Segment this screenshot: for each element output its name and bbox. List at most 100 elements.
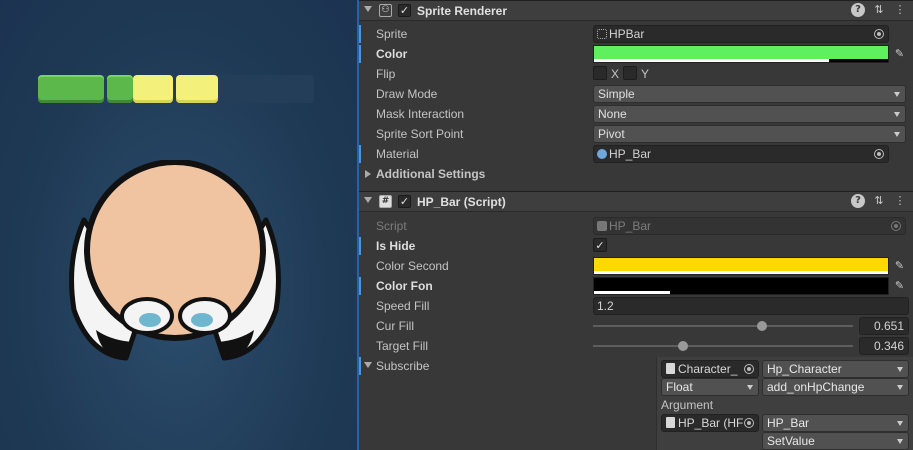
chevron-down-icon (894, 92, 900, 97)
material-row: Material HP_Bar (359, 144, 913, 164)
color-second-label: Color Second (376, 259, 449, 273)
target-method-value: Hp_Character (767, 362, 842, 376)
mask-interaction-dropdown[interactable]: None (593, 105, 906, 123)
flip-row: Flip X Y (359, 64, 913, 84)
target-fill-slider-track[interactable] (593, 345, 853, 347)
event-dropdown[interactable]: add_onHpChange (762, 378, 909, 396)
preset-icon[interactable]: ⇅ (872, 194, 886, 208)
sort-point-value: Pivot (598, 127, 625, 141)
subscribe-event-box: Character_ Hp_Character Float add_onHpCh… (656, 357, 913, 450)
collapse-arrow-icon[interactable] (364, 6, 372, 12)
target-fill-value-input[interactable]: 0.346 (859, 337, 909, 355)
draw-mode-dropdown[interactable]: Simple (593, 85, 906, 103)
eyedropper-icon[interactable]: ✎ (893, 279, 906, 293)
sprite-field[interactable]: HPBar (593, 25, 889, 43)
target-fill-row: Target Fill 0.346 (359, 336, 913, 356)
preset-icon[interactable]: ⇅ (872, 3, 886, 17)
expand-arrow-icon[interactable] (365, 170, 371, 178)
help-icon[interactable]: ? (851, 194, 865, 208)
script-field: HP_Bar (593, 217, 906, 235)
script-row: Script HP_Bar (359, 216, 913, 236)
hp-bar-green-segment (38, 75, 104, 103)
object-picker-icon[interactable] (744, 418, 754, 428)
sprite-row: Sprite HPBar (359, 24, 913, 44)
cur-fill-label: Cur Fill (376, 319, 414, 333)
collapse-arrow-icon[interactable] (364, 362, 372, 368)
sprite-renderer-header[interactable]: ⚇ ✓ Sprite Renderer ? ⇅ ⋮ (359, 0, 913, 21)
draw-mode-label: Draw Mode (376, 87, 438, 101)
argument-type-dropdown[interactable]: HP_Bar (762, 414, 909, 432)
sprite-asset-icon (597, 29, 607, 39)
sprite-value: HPBar (609, 27, 645, 41)
alpha-bar (594, 291, 671, 294)
object-picker-icon (891, 221, 901, 231)
sprite-label: Sprite (376, 27, 408, 41)
hp-bar-enabled-checkbox[interactable]: ✓ (398, 195, 411, 208)
cur-fill-row: Cur Fill 0.651 (359, 316, 913, 336)
target-object-field[interactable]: Character_ (661, 360, 759, 378)
param-type-value: Float (666, 380, 693, 394)
modified-marker (359, 237, 361, 255)
color-row: Color ✎ (359, 44, 913, 64)
object-picker-icon[interactable] (874, 149, 884, 159)
cur-fill-slider-track[interactable] (593, 325, 853, 327)
kebab-menu-icon[interactable]: ⋮ (893, 194, 907, 208)
target-fill-label: Target Fill (376, 339, 429, 353)
speed-fill-label: Speed Fill (376, 299, 430, 313)
param-type-dropdown[interactable]: Float (661, 378, 759, 396)
material-asset-icon (597, 149, 607, 159)
color-second-swatch[interactable] (593, 257, 889, 275)
scene-view[interactable] (0, 0, 357, 450)
argument-method-dropdown[interactable]: SetValue (762, 432, 909, 450)
target-method-dropdown[interactable]: Hp_Character (762, 360, 909, 378)
mask-interaction-label: Mask Interaction (376, 107, 465, 121)
material-value: HP_Bar (609, 147, 652, 161)
chevron-down-icon (897, 439, 903, 444)
material-field[interactable]: HP_Bar (593, 145, 889, 163)
sort-point-dropdown[interactable]: Pivot (593, 125, 906, 143)
material-label: Material (376, 147, 419, 161)
argument-object-field[interactable]: HP_Bar (HF (661, 414, 759, 432)
modified-marker (359, 277, 361, 295)
flip-y-checkbox[interactable] (623, 66, 637, 80)
event-value: add_onHpChange (767, 380, 865, 394)
chevron-down-icon (894, 112, 900, 117)
cur-fill-slider-thumb[interactable] (757, 321, 768, 331)
flip-x-checkbox[interactable] (593, 66, 607, 80)
script-label: Script (376, 219, 407, 233)
color-swatch[interactable] (593, 45, 889, 63)
modified-marker (359, 145, 361, 163)
collapse-arrow-icon[interactable] (364, 197, 372, 203)
object-picker-icon[interactable] (744, 364, 754, 374)
kebab-menu-icon[interactable]: ⋮ (893, 3, 907, 17)
alpha-bar (594, 59, 830, 62)
mask-interaction-value: None (598, 107, 627, 121)
hp-bar-script-header[interactable]: # ✓ HP_Bar (Script) ? ⇅ ⋮ (359, 191, 913, 212)
color-fon-swatch[interactable] (593, 277, 889, 295)
eyedropper-icon[interactable]: ✎ (893, 259, 906, 273)
speed-fill-input[interactable]: 1.2 (593, 297, 909, 315)
sprite-renderer-icon: ⚇ (379, 4, 392, 17)
modified-marker (359, 357, 361, 375)
script-asset-icon (597, 221, 607, 231)
color-fon-label: Color Fon (376, 279, 433, 293)
component-title: Sprite Renderer (417, 4, 508, 18)
sprite-renderer-enabled-checkbox[interactable]: ✓ (398, 4, 411, 17)
object-picker-icon[interactable] (874, 29, 884, 39)
help-icon[interactable]: ? (851, 3, 865, 17)
chevron-down-icon (897, 421, 903, 426)
component-title: HP_Bar (Script) (417, 195, 506, 209)
inspector-panel: ⚇ ✓ Sprite Renderer ? ⇅ ⋮ Sprite HPBar C… (359, 0, 913, 450)
hp-bar-green-segment (107, 75, 133, 103)
eyedropper-icon[interactable]: ✎ (893, 47, 906, 61)
additional-settings-row[interactable]: Additional Settings (359, 164, 913, 184)
is-hide-checkbox[interactable]: ✓ (593, 238, 607, 252)
speed-fill-row: Speed Fill 1.2 (359, 296, 913, 316)
chevron-down-icon (747, 385, 753, 390)
flip-x-label: X (611, 67, 620, 81)
additional-settings-foldout[interactable]: Additional Settings (376, 167, 485, 181)
cur-fill-value-input[interactable]: 0.651 (859, 317, 909, 335)
argument-label: Argument (661, 398, 714, 412)
script-asset-icon (666, 417, 675, 428)
target-fill-slider-thumb[interactable] (677, 341, 688, 351)
